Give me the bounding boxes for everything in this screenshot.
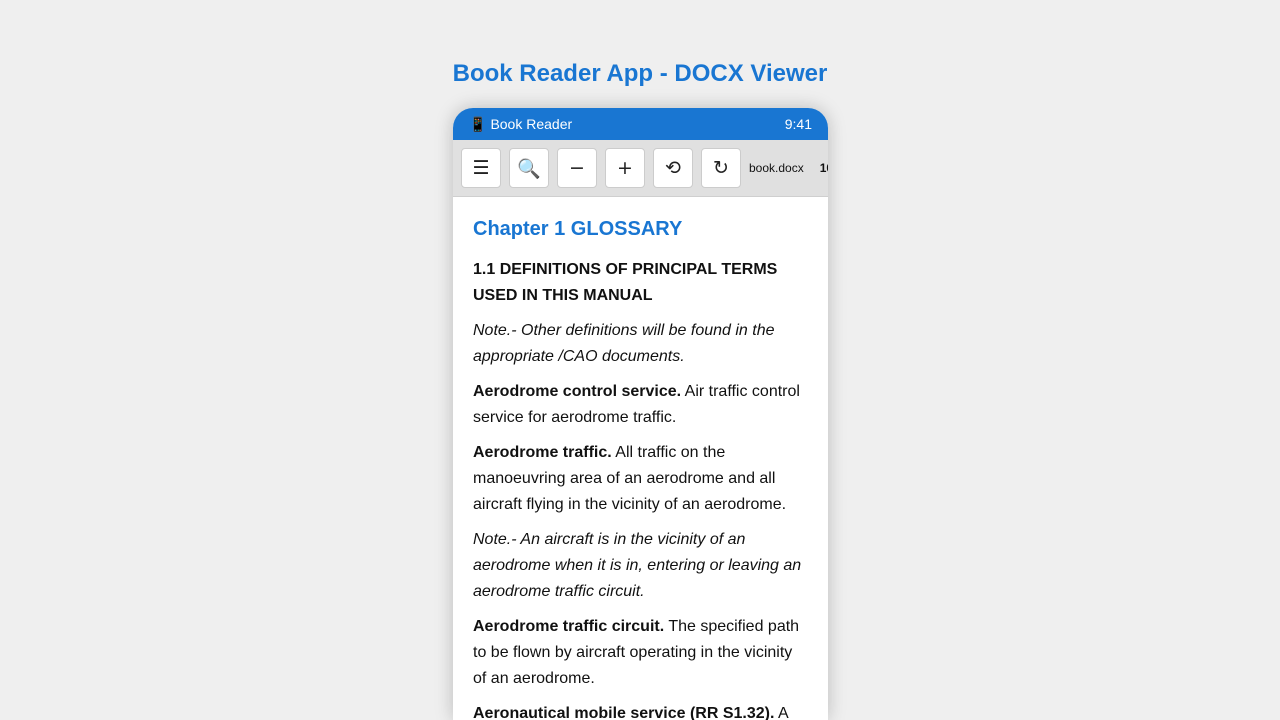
status-app: 📱 Book Reader	[469, 116, 572, 133]
minus-icon: −	[569, 157, 585, 179]
rotate-right-icon: ↻	[713, 157, 729, 179]
menu-icon: ☰	[472, 157, 490, 179]
file-name: book.docx	[749, 161, 804, 175]
zoom-in-button[interactable]: +	[605, 148, 645, 188]
search-button[interactable]: 🔍	[509, 148, 549, 188]
chapter-title: Chapter 1 GLOSSARY	[473, 218, 683, 240]
glossary-entry: Aeronautical mobile service (RR S1.32). …	[473, 701, 808, 720]
rotate-left-icon: ⟲	[665, 157, 681, 179]
glossary-term: Aerodrome traffic circuit.	[473, 618, 665, 635]
status-app-name: Book Reader	[490, 116, 573, 132]
glossary-term: Aerodrome traffic.	[473, 444, 612, 461]
glossary-entry: Aerodrome control service. Air traffic c…	[473, 379, 808, 431]
search-icon: 🔍	[517, 157, 541, 180]
glossary-term: Aeronautical mobile service (RR S1.32).	[473, 705, 775, 720]
page-indicator: 10	[819, 161, 828, 175]
section-title: 1.1 DEFINITIONS OF PRINCIPAL TERMS USED …	[473, 261, 778, 304]
rotate-right-button[interactable]: ↻	[701, 148, 741, 188]
note-paragraph: Note.- An aircraft is in the vicinity of…	[473, 531, 802, 600]
rotate-left-button[interactable]: ⟲	[653, 148, 693, 188]
status-time: 9:41	[784, 116, 812, 132]
status-bar: 📱 Book Reader 9:41	[453, 108, 828, 140]
glossary-entry: Aerodrome traffic. All traffic on the ma…	[473, 440, 808, 518]
phone-icon: 📱	[469, 115, 487, 132]
phone-frame: 📱 Book Reader 9:41 ☰ 🔍 − + ⟲ ↻ book.docx…	[453, 108, 828, 720]
glossary-definition: A	[774, 705, 789, 720]
glossary-term: Aerodrome control service.	[473, 383, 682, 400]
menu-button[interactable]: ☰	[461, 148, 501, 188]
toolbar: ☰ 🔍 − + ⟲ ↻ book.docx 10	[453, 140, 828, 197]
page-title: Book Reader App - DOCX Viewer	[452, 60, 828, 87]
plus-icon: +	[617, 157, 633, 179]
note-paragraph: Note.- Other definitions will be found i…	[473, 322, 775, 365]
zoom-out-button[interactable]: −	[557, 148, 597, 188]
document-content: Chapter 1 GLOSSARY 1.1 DEFINITIONS OF PR…	[453, 197, 828, 720]
glossary-entry: Aerodrome traffic circuit. The specified…	[473, 614, 808, 692]
